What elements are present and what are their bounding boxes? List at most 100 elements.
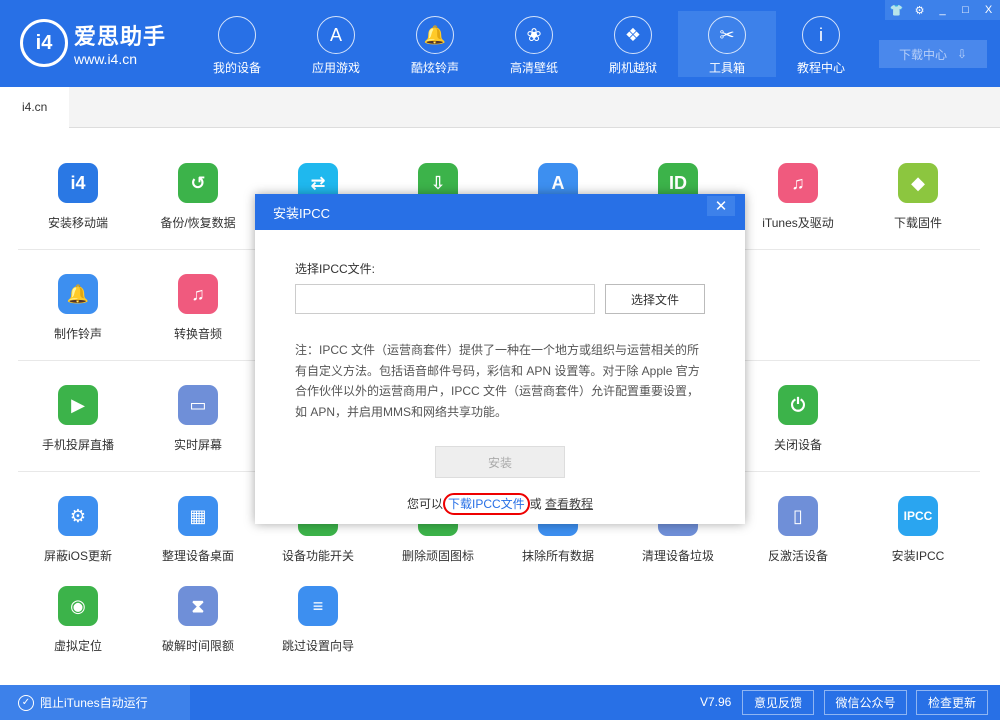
nav-label: 刷机越狱	[608, 61, 657, 75]
block-itunes-label: 阻止iTunes自动运行	[40, 696, 148, 710]
tool-label: 实时屏幕	[173, 438, 222, 452]
check-update-button[interactable]: 检查更新	[916, 690, 988, 715]
choose-file-button[interactable]: 选择文件	[605, 284, 705, 314]
tool-item[interactable]: ≡ 跳过设置向导	[258, 586, 378, 654]
tool-label: iTunes及驱动	[762, 216, 834, 230]
tab-bar: i4.cn	[0, 87, 1000, 128]
tool-icon: 🔔	[58, 274, 98, 314]
window-controls: 👕 ⚙ _ □ X	[885, 0, 1000, 20]
tool-item[interactable]: IPCC 安装IPCC	[858, 496, 978, 564]
tool-icon: ◆	[898, 163, 938, 203]
tools-icon: ✂	[708, 16, 746, 54]
tool-item[interactable]: 🔔 制作铃声	[18, 274, 138, 342]
tool-label: 备份/恢复数据	[160, 216, 236, 230]
tool-icon: ⚙	[58, 496, 98, 536]
nav-label: 酷炫铃声	[410, 61, 459, 75]
tab-i4cn[interactable]: i4.cn	[0, 87, 69, 128]
version-label: V7.96	[700, 695, 732, 709]
tool-item[interactable]: ◉ 虚拟定位	[18, 586, 138, 654]
tool-item[interactable]: ▦ 整理设备桌面	[138, 496, 258, 564]
tool-item[interactable]: ⧗ 破解时间限额	[138, 586, 258, 654]
tool-item[interactable]: ⏻ 关闭设备	[738, 385, 858, 453]
tool-item[interactable]: ↺ 备份/恢复数据	[138, 163, 258, 231]
tool-icon: ≡	[298, 586, 338, 626]
dialog-close-icon[interactable]: ✕	[707, 196, 735, 216]
tool-icon: ⏻	[778, 385, 818, 425]
tool-icon: i4	[58, 163, 98, 203]
tool-icon: ♫	[178, 274, 218, 314]
tool-icon: ▭	[178, 385, 218, 425]
box-icon: ❖	[614, 16, 652, 54]
footer-prefix: 您可以	[406, 497, 443, 511]
minimize-button[interactable]: _	[931, 0, 954, 20]
check-icon: ✓	[18, 694, 34, 711]
tool-label: 跳过设置向导	[281, 639, 354, 653]
tool-icon: ↺	[178, 163, 218, 203]
tool-item[interactable]: ▶ 手机投屏直播	[18, 385, 138, 453]
tutorial-link[interactable]: 查看教程	[545, 497, 593, 511]
tool-label: 清理设备垃圾	[641, 549, 714, 563]
tool-icon: ◉	[58, 586, 98, 626]
info-icon: i	[802, 16, 840, 54]
tool-label: 设备功能开关	[281, 549, 354, 563]
maximize-button[interactable]: □	[954, 0, 977, 20]
tool-item[interactable]: ◆ 下载固件	[858, 163, 978, 231]
tool-label: 安装移动端	[47, 216, 108, 230]
tool-label: 整理设备桌面	[161, 549, 234, 563]
dialog-title: 安装IPCC	[273, 205, 331, 221]
nav-info[interactable]: i 教程中心	[772, 11, 870, 77]
app-logo: i4 爱思助手 www.i4.cn	[20, 19, 166, 67]
feedback-button[interactable]: 意见反馈	[742, 690, 814, 715]
settings-icon[interactable]: ⚙	[908, 0, 931, 20]
nav-label: 工具箱	[708, 61, 745, 75]
tool-label: 删除顽固图标	[401, 549, 474, 563]
tool-label: 反激活设备	[767, 549, 828, 563]
logo-url: www.i4.cn	[74, 51, 138, 67]
nav-app-store[interactable]: A 应用游戏	[287, 11, 385, 77]
tool-item[interactable]: ▭ 实时屏幕	[138, 385, 258, 453]
nav-label: 教程中心	[796, 61, 845, 75]
bell-icon: 🔔	[416, 16, 454, 54]
download-ipcc-link[interactable]: 下载IPCC文件	[442, 493, 530, 515]
dialog-footer: 您可以 下载IPCC文件或 查看教程	[255, 493, 745, 515]
footer-or: 或	[529, 497, 542, 511]
nav-bell[interactable]: 🔔 酷炫铃声	[386, 11, 484, 77]
logo-name: 爱思助手	[74, 24, 167, 49]
file-label: 选择IPCC文件:	[295, 262, 376, 276]
nav-flower[interactable]: ❀ 高清壁纸	[485, 11, 583, 77]
download-icon: ⇩	[956, 47, 968, 61]
nav-box[interactable]: ❖ 刷机越狱	[584, 11, 682, 77]
wechat-button[interactable]: 微信公众号	[824, 690, 907, 715]
tool-item[interactable]: ♫ iTunes及驱动	[738, 163, 858, 231]
tool-item[interactable]: i4 安装移动端	[18, 163, 138, 231]
tool-label: 抹除所有数据	[521, 549, 594, 563]
download-center-label: 下载中心	[898, 47, 947, 62]
tool-label: 破解时间限额	[161, 639, 234, 653]
tool-label: 虚拟定位	[53, 639, 102, 653]
status-bar: ✓ 阻止iTunes自动运行 V7.96 意见反馈 微信公众号 检查更新	[0, 685, 1000, 720]
ipcc-note: 注：IPCC 文件（运营商套件）提供了一种在一个地方或组织与运营相关的所有自定义…	[295, 343, 700, 419]
tool-icon: ▦	[178, 496, 218, 536]
download-center-button[interactable]: 下载中心 ⇩	[879, 40, 987, 68]
tool-label: 转换音频	[173, 327, 222, 341]
tool-label: 安装IPCC	[891, 549, 945, 563]
dialog-header: 安装IPCC ✕	[255, 194, 745, 230]
nav-label: 高清壁纸	[509, 61, 558, 75]
tool-item[interactable]: ♫ 转换音频	[138, 274, 258, 342]
flower-icon: ❀	[515, 16, 553, 54]
close-button[interactable]: X	[977, 0, 1000, 20]
tool-icon: ⧗	[178, 586, 218, 626]
tool-label: 手机投屏直播	[41, 438, 114, 452]
app-store-icon: A	[317, 16, 355, 54]
tool-item[interactable]: ⚙ 屏蔽iOS更新	[18, 496, 138, 564]
logo-mark: i4	[20, 19, 68, 67]
tool-item[interactable]: ▯ 反激活设备	[738, 496, 858, 564]
install-button[interactable]: 安装	[435, 446, 565, 478]
block-itunes-toggle[interactable]: ✓ 阻止iTunes自动运行	[0, 685, 190, 720]
nav-apple[interactable]: 我的设备	[188, 11, 286, 77]
tool-label: 下载固件	[893, 216, 942, 230]
ipcc-file-input[interactable]	[295, 284, 595, 314]
nav-tools[interactable]: ✂ 工具箱	[678, 11, 776, 77]
skin-icon[interactable]: 👕	[885, 0, 908, 20]
tool-icon: ♫	[778, 163, 818, 203]
